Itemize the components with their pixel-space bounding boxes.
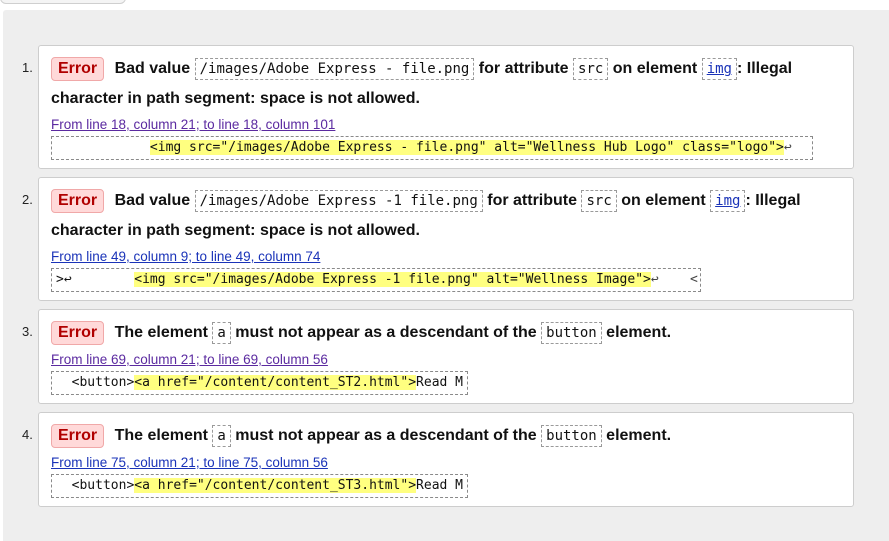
value-code: /images/Adobe Express - file.png: [194, 58, 475, 80]
message-number: 1.: [22, 60, 33, 75]
source-extract: <button><a href="/content/content_ST3.ht…: [51, 474, 469, 498]
message-text-part: Bad value: [114, 192, 191, 209]
location-link[interactable]: From line 49, column 9; to line 49, colu…: [51, 249, 853, 264]
message-text-part: for attribute: [487, 192, 578, 209]
message-text-part: must not appear as a descendant of the: [235, 427, 537, 444]
element-code: button: [541, 322, 602, 344]
message-text-part: element.: [606, 324, 672, 341]
source-extract: <img src="/images/Adobe Express - file.p…: [51, 136, 813, 160]
location-link[interactable]: From line 18, column 21; to line 18, col…: [51, 117, 853, 132]
message-number: 4.: [22, 427, 33, 442]
extract-highlight: <a href="/content/content_ST2.html">: [134, 375, 417, 390]
element-link[interactable]: img: [701, 58, 737, 80]
message-text: Error Bad value /images/Adobe Express -1…: [51, 186, 853, 245]
extract-suffix: Read M: [416, 478, 464, 493]
extract-prefix: <button>: [56, 478, 135, 493]
error-badge: Error: [51, 57, 105, 81]
element-link[interactable]: img: [710, 190, 746, 212]
results-panel: 1. Error Bad value /images/Adobe Express…: [3, 10, 889, 541]
extract-highlight: <img src="/images/Adobe Express - file.p…: [149, 140, 784, 155]
element-code: a: [212, 322, 231, 344]
error-message-1: 1. Error Bad value /images/Adobe Express…: [22, 45, 854, 169]
extract-suffix: Read M: [416, 375, 464, 390]
source-extract: >↩ <img src="/images/Adobe Express -1 fi…: [51, 268, 701, 292]
element-code: button: [541, 425, 602, 447]
message-text: Error The element a must not appear as a…: [51, 421, 853, 451]
source-extract: <button><a href="/content/content_ST2.ht…: [51, 371, 469, 395]
message-text-part: for attribute: [478, 60, 569, 77]
error-message-3: 3. Error The element a must not appear a…: [22, 309, 854, 404]
extract-prefix: <button>: [56, 375, 135, 390]
top-tab: [0, 0, 126, 4]
message-number: 2.: [22, 192, 33, 207]
attribute-code: src: [573, 58, 609, 80]
error-badge: Error: [51, 424, 105, 448]
element-code: a: [212, 425, 231, 447]
error-badge: Error: [51, 321, 105, 345]
message-text-part: The element: [114, 427, 208, 444]
location-link[interactable]: From line 69, column 21; to line 69, col…: [51, 352, 853, 367]
message-text-part: element.: [606, 427, 672, 444]
message-text-part: on element: [621, 192, 706, 209]
value-code: /images/Adobe Express -1 file.png: [194, 190, 483, 212]
location-link[interactable]: From line 75, column 21; to line 75, col…: [51, 455, 853, 470]
message-text-part: must not appear as a descendant of the: [235, 324, 537, 341]
extract-highlight: <img src="/images/Adobe Express -1 file.…: [134, 272, 651, 287]
extract-prefix: [56, 140, 150, 155]
message-number: 3.: [22, 324, 33, 339]
extract-suffix: ↩: [783, 140, 792, 155]
error-badge: Error: [51, 189, 105, 213]
extract-suffix: ↩ <: [650, 272, 698, 287]
message-text: Error Bad value /images/Adobe Express - …: [51, 54, 853, 113]
error-message-2: 2. Error Bad value /images/Adobe Express…: [22, 177, 854, 301]
message-text-part: Bad value: [114, 60, 191, 77]
error-message-4: 4. Error The element a must not appear a…: [22, 412, 854, 507]
extract-prefix: >↩: [56, 272, 135, 287]
message-text: Error The element a must not appear as a…: [51, 318, 853, 348]
message-text-part: on element: [612, 60, 698, 77]
message-text-part: The element: [114, 324, 208, 341]
extract-highlight: <a href="/content/content_ST3.html">: [134, 478, 417, 493]
attribute-code: src: [581, 190, 617, 212]
